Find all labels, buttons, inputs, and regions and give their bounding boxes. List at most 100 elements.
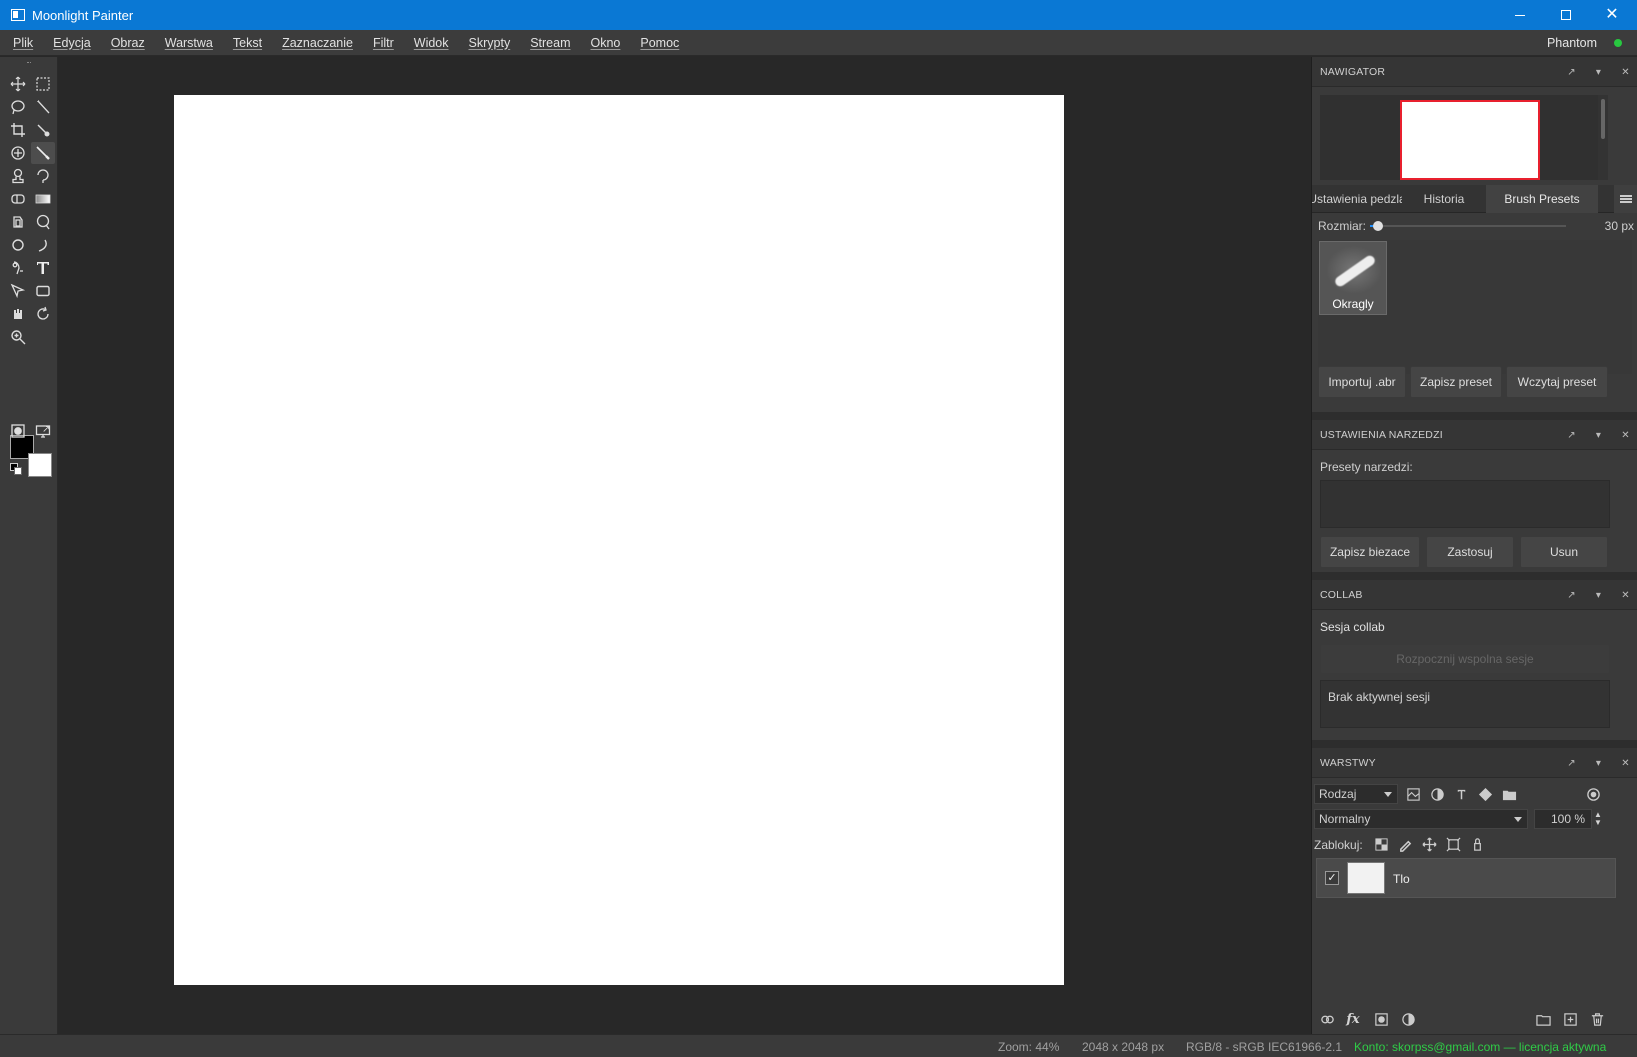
delete-layer-icon[interactable] [1588, 1010, 1606, 1028]
eyedropper-tool-icon[interactable] [31, 119, 55, 141]
menu-pomoc[interactable]: Pomoc [630, 36, 689, 50]
blend-mode-select[interactable]: Normalny [1314, 809, 1528, 829]
layer-visibility-checkbox[interactable]: ✓ [1325, 871, 1339, 885]
brush-tool-icon[interactable] [31, 142, 55, 164]
menu-widok[interactable]: Widok [404, 36, 459, 50]
add-mask-icon[interactable] [1372, 1010, 1390, 1028]
filter-smart-objects-icon[interactable] [1500, 785, 1518, 803]
load-preset-button[interactable]: Wczytaj preset [1506, 366, 1608, 398]
save-current-button[interactable]: Zapisz biezace [1320, 536, 1420, 568]
apply-preset-button[interactable]: Zastosuj [1426, 536, 1514, 568]
blur-tool-icon[interactable] [6, 211, 30, 233]
link-layers-icon[interactable] [1318, 1010, 1336, 1028]
lock-transparency-icon[interactable] [1372, 835, 1390, 853]
undock-icon[interactable]: ↗ [1565, 757, 1578, 770]
pen-tool-icon[interactable] [6, 257, 30, 279]
screen-mode-icon[interactable] [31, 420, 55, 442]
brush-preset-tile[interactable]: Okragly [1319, 241, 1387, 315]
healing-tool-icon[interactable] [6, 142, 30, 164]
menu-warstwa[interactable]: Warstwa [155, 36, 223, 50]
collapse-icon[interactable]: ▾ [1592, 66, 1605, 79]
undock-icon[interactable]: ↗ [1565, 589, 1578, 602]
menu-filtr[interactable]: Filtr [363, 36, 404, 50]
zoom-tool-icon[interactable] [6, 326, 30, 348]
toolbox-grip[interactable] [27, 62, 31, 64]
new-layer-icon[interactable] [1561, 1010, 1579, 1028]
lock-all-icon[interactable] [1468, 835, 1486, 853]
brush-size-slider[interactable] [1370, 221, 1566, 231]
document-canvas[interactable] [174, 95, 1064, 985]
tab-history[interactable]: Historia [1402, 185, 1486, 213]
rectangle-shape-tool-icon[interactable] [31, 280, 55, 302]
tab-brush-settings[interactable]: Ustawienia pedzla [1312, 185, 1402, 213]
close-button[interactable]: ✕ [1589, 0, 1635, 30]
opacity-stepper-icon[interactable]: ▲ ▼ [1592, 810, 1604, 828]
save-preset-button[interactable]: Zapisz preset [1410, 366, 1502, 398]
panel-menu-button[interactable] [1614, 185, 1637, 213]
history-brush-tool-icon[interactable] [31, 165, 55, 187]
collapse-icon[interactable]: ▾ [1592, 757, 1605, 770]
magic-wand-tool-icon[interactable] [31, 96, 55, 118]
canvas-workspace[interactable] [59, 57, 1309, 1034]
text-tool-icon[interactable] [31, 257, 55, 279]
collapse-icon[interactable]: ▾ [1592, 589, 1605, 602]
maximize-button[interactable] [1543, 0, 1589, 30]
tool-presets-list[interactable] [1320, 480, 1610, 528]
background-color-swatch[interactable] [28, 453, 52, 477]
stamp-tool-icon[interactable] [6, 165, 30, 187]
adjustment-layer-icon[interactable] [1399, 1010, 1417, 1028]
gradient-tool-icon[interactable] [31, 188, 55, 210]
dodge-tool-icon[interactable] [31, 211, 55, 233]
new-group-icon[interactable] [1534, 1010, 1552, 1028]
navigator-view-frame[interactable] [1400, 100, 1540, 180]
menu-edycja[interactable]: Edycja [43, 36, 101, 50]
filter-adjustment-layers-icon[interactable] [1428, 785, 1446, 803]
lock-artboard-icon[interactable] [1444, 835, 1462, 853]
panel-close-icon[interactable]: ✕ [1619, 757, 1632, 770]
layer-filter-toggle-icon[interactable] [1584, 785, 1602, 803]
layer-opacity-field[interactable]: 100 % [1534, 809, 1592, 829]
filter-shape-layers-icon[interactable] [1476, 785, 1494, 803]
rect-select-tool-icon[interactable] [31, 73, 55, 95]
menu-obraz[interactable]: Obraz [101, 36, 155, 50]
filter-text-layers-icon[interactable] [1452, 785, 1470, 803]
import-abr-button[interactable]: Importuj .abr [1318, 366, 1406, 398]
lasso-tool-icon[interactable] [6, 96, 30, 118]
rotate-view-tool-icon[interactable] [31, 303, 55, 325]
lock-pixels-icon[interactable] [1396, 835, 1414, 853]
eraser-tool-icon[interactable] [6, 188, 30, 210]
tab-brush-presets[interactable]: Brush Presets [1486, 185, 1598, 213]
delete-preset-button[interactable]: Usun [1520, 536, 1608, 568]
minimize-button[interactable] [1497, 0, 1543, 30]
panel-close-icon[interactable]: ✕ [1619, 589, 1632, 602]
quick-mask-icon[interactable] [6, 420, 30, 442]
menu-zaznaczanie[interactable]: Zaznaczanie [272, 36, 363, 50]
smudge-tool-icon[interactable] [31, 234, 55, 256]
menu-stream[interactable]: Stream [520, 36, 580, 50]
panel-close-icon[interactable]: ✕ [1619, 66, 1632, 79]
path-select-tool-icon[interactable] [6, 280, 30, 302]
layer-row[interactable]: ✓ Tlo [1316, 858, 1616, 898]
move-tool-icon[interactable] [6, 73, 30, 95]
lock-position-icon[interactable] [1420, 835, 1438, 853]
undock-icon[interactable]: ↗ [1565, 66, 1578, 79]
crop-tool-icon[interactable] [6, 119, 30, 141]
navigator-scrollbar[interactable] [1598, 95, 1608, 180]
collapse-icon[interactable]: ▾ [1592, 429, 1605, 442]
layer-kind-filter[interactable]: Rodzaj [1314, 784, 1398, 804]
menu-plik[interactable]: Plik [0, 36, 43, 50]
undock-icon[interactable]: ↗ [1565, 429, 1578, 442]
menu-okno[interactable]: Okno [581, 36, 631, 50]
panel-close-icon[interactable]: ✕ [1619, 429, 1632, 442]
default-colors-icon[interactable] [10, 463, 22, 475]
menu-tekst[interactable]: Tekst [223, 36, 272, 50]
hand-tool-icon[interactable] [6, 303, 30, 325]
ellipse-tool-icon[interactable] [6, 234, 30, 256]
navigator-preview[interactable] [1320, 95, 1598, 180]
start-collab-session-button[interactable]: Rozpocznij wspolna sesje [1320, 644, 1610, 674]
brush-size-slider-handle[interactable] [1372, 221, 1383, 231]
user-name[interactable]: Phantom [1547, 36, 1597, 50]
layer-effects-icon[interactable]: fx [1344, 1010, 1362, 1028]
menu-skrypty[interactable]: Skrypty [459, 36, 521, 50]
filter-pixel-layers-icon[interactable] [1404, 785, 1422, 803]
